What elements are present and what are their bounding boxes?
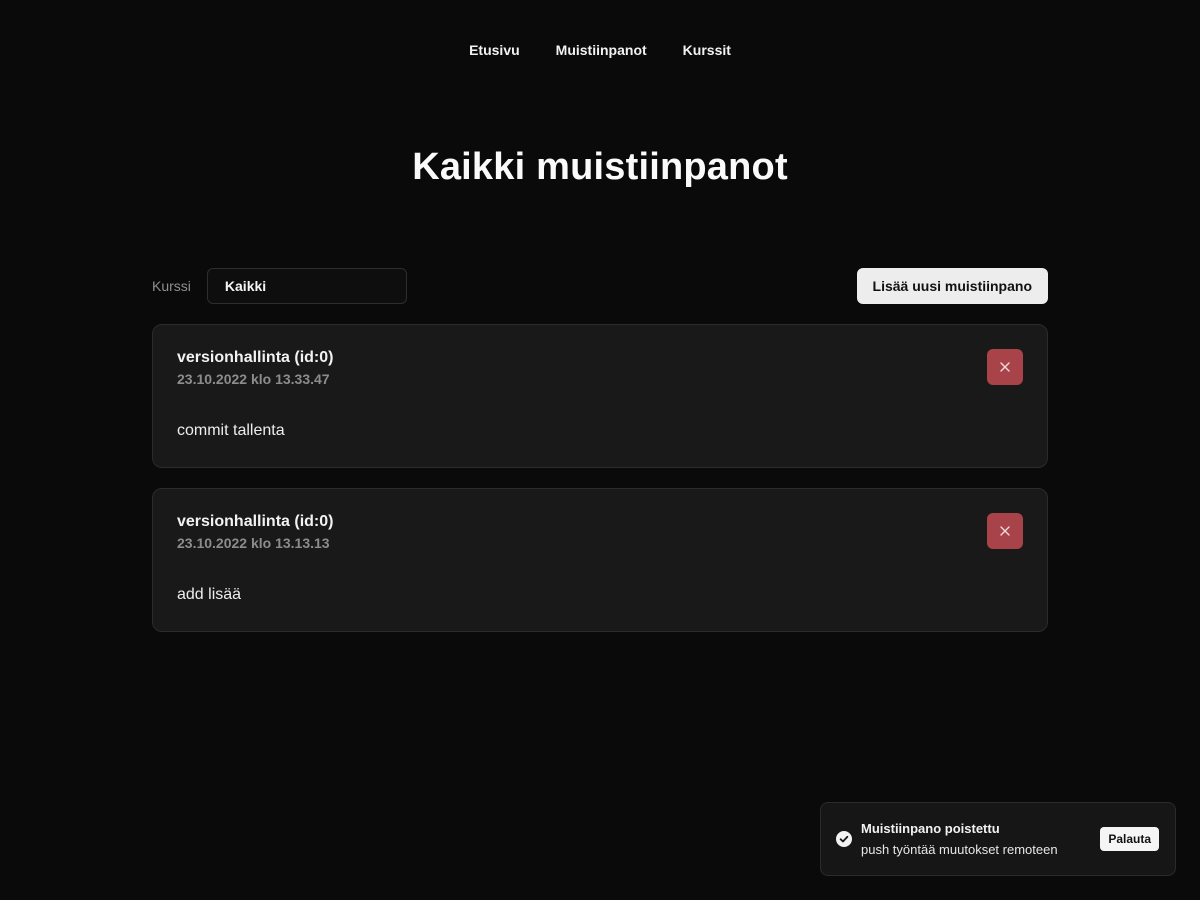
delete-note-button[interactable]	[987, 513, 1023, 549]
note-date: 23.10.2022 klo 13.33.47	[177, 371, 330, 387]
nav-item-muistiinpanot[interactable]: Muistiinpanot	[556, 38, 647, 62]
nav-item-kurssit[interactable]: Kurssit	[683, 38, 731, 62]
toolbar: Kurssi Kaikki Lisää uusi muistiinpano	[152, 268, 1048, 304]
close-icon	[1000, 526, 1010, 536]
course-select[interactable]: Kaikki	[206, 268, 407, 304]
note-title: versionhallinta (id:0)	[177, 513, 334, 530]
top-nav: Etusivu Muistiinpanot Kurssit	[0, 38, 1200, 62]
toast-notification: Muistiinpano poistettu push työntää muut…	[820, 802, 1176, 876]
delete-note-button[interactable]	[987, 349, 1023, 385]
toast-text: Muistiinpano poistettu push työntää muut…	[861, 820, 1100, 859]
close-icon	[1000, 362, 1010, 372]
add-note-button[interactable]: Lisää uusi muistiinpano	[856, 268, 1048, 304]
note-card: versionhallinta (id:0) 23.10.2022 klo 13…	[152, 488, 1048, 632]
note-body: commit tallenta	[177, 422, 285, 439]
note-card: versionhallinta (id:0) 23.10.2022 klo 13…	[152, 324, 1048, 468]
toast-title: Muistiinpano poistettu	[861, 820, 1000, 836]
note-body: add lisää	[177, 586, 242, 603]
page-title: Kaikki muistiinpanot	[412, 146, 788, 188]
nav-item-etusivu[interactable]: Etusivu	[469, 38, 520, 62]
note-date: 23.10.2022 klo 13.13.13	[177, 535, 330, 551]
course-select-value: Kaikki	[224, 278, 267, 294]
undo-button[interactable]: Palauta	[1100, 827, 1159, 851]
note-title: versionhallinta (id:0)	[177, 349, 334, 366]
course-filter-label: Kurssi	[152, 278, 191, 294]
course-filter: Kurssi Kaikki	[152, 268, 407, 304]
toast-description: push työntää muutokset remoteen	[861, 841, 1058, 857]
notes-list: versionhallinta (id:0) 23.10.2022 klo 13…	[152, 324, 1048, 632]
check-circle-icon	[836, 831, 852, 847]
